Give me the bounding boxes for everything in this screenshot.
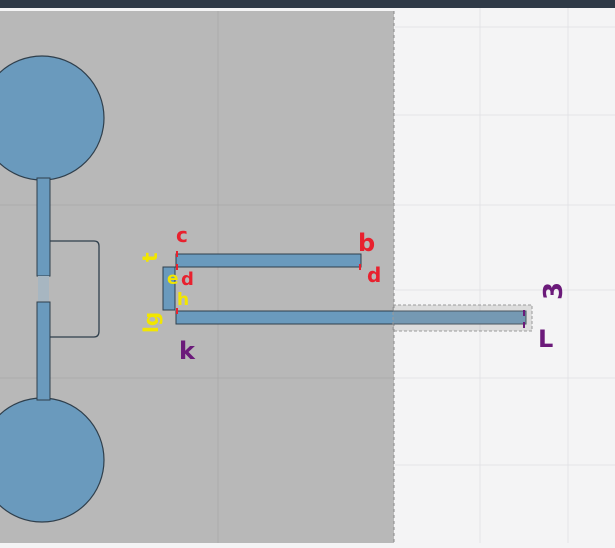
qubit-arm-top[interactable]	[36, 177, 51, 277]
qubit-arm-bottom[interactable]	[36, 301, 51, 401]
resonator-selection-box	[392, 304, 533, 332]
annotation-k: k	[179, 337, 196, 365]
annotation-d-right: d	[367, 263, 381, 287]
annotation-d-left: d	[181, 269, 194, 290]
canvas-svg: c b d d t e lg h k 3 L	[0, 8, 615, 543]
annotation-t: t	[138, 252, 162, 262]
annotation-3: 3	[539, 282, 569, 300]
canvas-grid	[395, 8, 615, 543]
design-canvas[interactable]: c b d d t e lg h k 3 L	[0, 8, 615, 543]
top-toolbar	[0, 0, 615, 8]
junction-gap	[38, 276, 49, 302]
annotation-c: c	[176, 223, 188, 247]
annotation-e: e	[167, 269, 179, 289]
annotation-L: L	[538, 325, 553, 353]
annotation-b: b	[358, 229, 375, 257]
annotation-h: h	[177, 290, 189, 310]
resonator-top-segment[interactable]	[175, 253, 362, 268]
annotation-lg: lg	[139, 312, 163, 333]
